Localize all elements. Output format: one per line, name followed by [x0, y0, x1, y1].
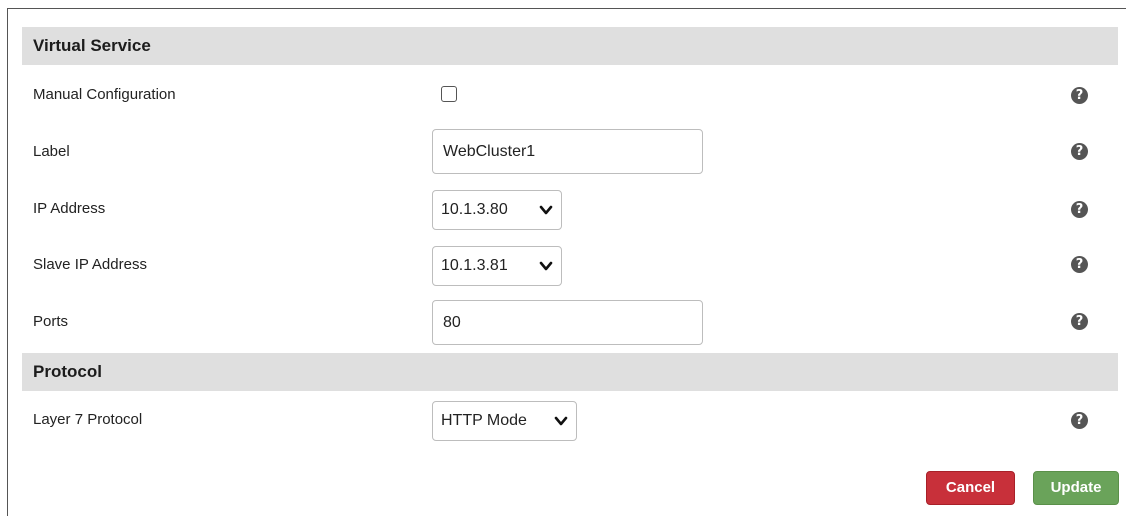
help-icon[interactable]: ?	[1071, 313, 1088, 330]
label-field-label: Label	[33, 143, 70, 160]
ports-input[interactable]: 80	[432, 300, 703, 345]
layer7-protocol-label: Layer 7 Protocol	[33, 411, 143, 428]
ip-address-label: IP Address	[33, 200, 106, 217]
help-icon[interactable]: ?	[1071, 143, 1088, 160]
update-button[interactable]: Update	[1033, 471, 1119, 505]
ip-address-value: 10.1.3.80	[441, 201, 508, 218]
ports-label: Ports	[33, 313, 69, 330]
chevron-down-icon	[539, 261, 553, 271]
help-icon[interactable]: ?	[1071, 412, 1088, 429]
slave-ip-address-label: Slave IP Address	[33, 256, 147, 273]
help-icon[interactable]: ?	[1071, 87, 1088, 104]
manual-configuration-checkbox[interactable]	[441, 86, 457, 102]
layer7-protocol-value: HTTP Mode	[441, 412, 527, 429]
slave-ip-address-value: 10.1.3.81	[441, 257, 508, 274]
help-icon[interactable]: ?	[1071, 256, 1088, 273]
manual-configuration-label: Manual Configuration	[33, 86, 176, 103]
chevron-down-icon	[539, 205, 553, 215]
help-icon[interactable]: ?	[1071, 201, 1088, 218]
slave-ip-address-select[interactable]: 10.1.3.81	[432, 246, 562, 286]
label-input[interactable]: WebCluster1	[432, 129, 703, 174]
chevron-down-icon	[554, 416, 568, 426]
layer7-protocol-select[interactable]: HTTP Mode	[432, 401, 577, 441]
ip-address-select[interactable]: 10.1.3.80	[432, 190, 562, 230]
cancel-button[interactable]: Cancel	[926, 471, 1015, 505]
section-header-virtual-service: Virtual Service	[22, 27, 1118, 65]
section-header-protocol: Protocol	[22, 353, 1118, 391]
